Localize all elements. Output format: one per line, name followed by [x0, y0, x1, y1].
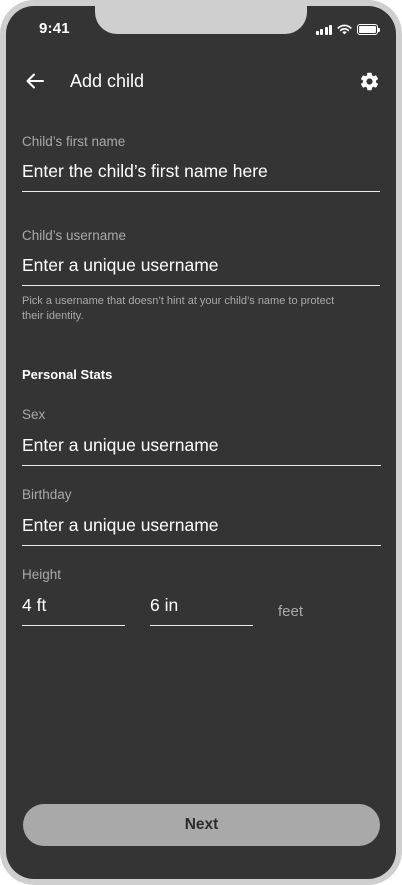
birthday-label: Birthday — [22, 487, 72, 502]
device-notch — [95, 6, 307, 34]
page-title: Add child — [70, 71, 145, 91]
first-name-label: Child’s first name — [22, 134, 126, 149]
arrow-left-icon — [26, 73, 44, 89]
height-label: Height — [22, 567, 62, 582]
cellular-signal-icon — [315, 24, 332, 35]
first-name-input[interactable] — [22, 158, 380, 192]
phone-frame: 9:41 Add child Child’s first name Enter … — [0, 0, 402, 885]
battery-icon — [357, 24, 380, 35]
wifi-icon — [337, 24, 352, 35]
height-inches-input[interactable] — [150, 592, 253, 626]
height-feet-input[interactable] — [22, 592, 125, 626]
status-icons — [315, 23, 380, 35]
username-helper-text: Pick a username that doesn’t hint at you… — [22, 295, 335, 322]
gear-icon — [360, 72, 378, 90]
app-screen: 9:41 Add child Child’s first name Enter … — [6, 6, 396, 879]
height-unit-label: feet — [278, 603, 304, 620]
next-button[interactable]: Next — [23, 804, 380, 846]
status-time: 9:41 — [39, 20, 70, 37]
personal-stats-heading: Personal Stats — [22, 367, 113, 382]
settings-button[interactable] — [358, 70, 380, 92]
username-input[interactable] — [22, 252, 380, 286]
sex-input[interactable] — [22, 432, 381, 466]
username-label: Child’s username — [22, 228, 127, 243]
back-button[interactable] — [24, 70, 46, 92]
sex-label: Sex — [22, 407, 46, 422]
birthday-input[interactable] — [22, 512, 381, 546]
